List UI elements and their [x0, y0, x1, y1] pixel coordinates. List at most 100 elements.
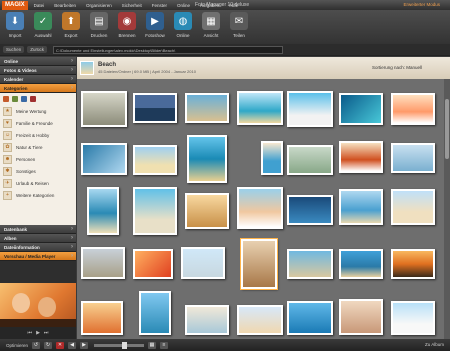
- search-button[interactable]: Suchen: [3, 46, 25, 53]
- photo-thumbnail[interactable]: [339, 249, 383, 279]
- photo-thumbnail[interactable]: [133, 249, 173, 279]
- optimize-button[interactable]: Optimieren: [6, 343, 28, 348]
- photo-thumbnail[interactable]: [339, 189, 383, 225]
- delete-icon[interactable]: [30, 96, 36, 102]
- category-item[interactable]: ✱ Sonstiges: [3, 165, 73, 177]
- misc-icon: ✱: [3, 166, 12, 176]
- photo-thumbnail[interactable]: [287, 91, 333, 127]
- section-photos-videos[interactable]: Fotos & Videos: [0, 66, 76, 75]
- menu-item-bearbeiten[interactable]: Bearbeiten: [54, 3, 76, 8]
- select-button[interactable]: ✓ Auswahl: [31, 10, 55, 42]
- zoom-slider-thumb[interactable]: [122, 341, 128, 349]
- photo-thumbnail[interactable]: [391, 189, 435, 225]
- photo-thumbnail[interactable]: [81, 91, 127, 127]
- photo-thumbnail[interactable]: [181, 247, 225, 279]
- photo-thumbnail[interactable]: [339, 299, 383, 335]
- menu-item-datei[interactable]: Datei: [34, 3, 45, 8]
- share-button[interactable]: ✉ Teilen: [227, 10, 251, 42]
- folder-header: Beach 45 Dateien/Ordner | 69.0 MB | Apri…: [77, 57, 450, 79]
- play-icon[interactable]: ▶: [36, 330, 40, 336]
- menu-item-fenster[interactable]: Fenster: [152, 3, 167, 8]
- grid-scrollbar[interactable]: [444, 79, 450, 339]
- photo-thumbnail[interactable]: [139, 291, 171, 335]
- next-icon[interactable]: ⏭: [44, 330, 49, 336]
- photo-thumbnail[interactable]: [185, 305, 229, 335]
- back-button[interactable]: Zurück: [27, 46, 48, 53]
- edit-icon[interactable]: [21, 96, 27, 102]
- photo-thumbnail[interactable]: [133, 145, 177, 175]
- rotate-left-icon[interactable]: ↺: [32, 341, 41, 349]
- category-label: Natur & Tiere: [16, 144, 43, 150]
- path-field[interactable]: C:\Dokumente und Einstellungen\alex.moki…: [53, 45, 284, 54]
- tag-icon[interactable]: [12, 96, 18, 102]
- category-item[interactable]: ★ Meine Wertung: [3, 105, 73, 117]
- section-calendar[interactable]: Kalender: [0, 75, 76, 84]
- photo-thumbnail[interactable]: [287, 301, 333, 335]
- menu-item-organisieren[interactable]: Organisieren: [86, 3, 112, 8]
- photo-thumbnail[interactable]: [237, 187, 283, 229]
- slideshow-button[interactable]: ▶ Fotoshow: [143, 10, 167, 42]
- photo-thumbnail[interactable]: [187, 135, 227, 183]
- select-label: Auswahl: [34, 33, 52, 38]
- add-category-icon[interactable]: [3, 96, 9, 102]
- section-online[interactable]: Online: [0, 57, 76, 66]
- photo-thumbnail[interactable]: [339, 93, 383, 125]
- photo-thumbnail[interactable]: [133, 93, 177, 123]
- list-view-icon[interactable]: ≡: [160, 341, 169, 349]
- view-button[interactable]: ▦ Ansicht: [199, 10, 223, 42]
- photo-thumbnail[interactable]: [240, 238, 278, 290]
- rotate-right-icon[interactable]: ↻: [44, 341, 53, 349]
- scrollbar-thumb[interactable]: [445, 99, 449, 159]
- category-item[interactable]: ☻ Personen: [3, 153, 73, 165]
- import-button[interactable]: ⬇ Import: [3, 10, 27, 42]
- grid-view-icon[interactable]: ▦: [148, 341, 157, 349]
- sort-selector[interactable]: Sortierung nach: Manuell: [372, 65, 422, 70]
- prev-icon[interactable]: ◀: [68, 341, 77, 349]
- folder-meta: 45 Dateien/Ordner | 69.0 MB | April 2004…: [98, 69, 196, 74]
- photo-thumbnail[interactable]: [339, 141, 383, 173]
- photo-thumbnail[interactable]: [81, 247, 125, 279]
- section-preview-player[interactable]: Vorschau / Media Player: [0, 252, 76, 261]
- section-file-info[interactable]: Dateiinformation: [0, 243, 76, 252]
- category-item[interactable]: + Weitere Kategorien: [3, 189, 73, 201]
- photo-thumbnail[interactable]: [81, 143, 127, 175]
- photo-thumbnail[interactable]: [237, 91, 283, 125]
- online-button[interactable]: ◍ Online: [171, 10, 195, 42]
- hobby-icon: ☺: [3, 130, 12, 140]
- photo-thumbnail[interactable]: [237, 305, 283, 335]
- photo-thumbnail[interactable]: [87, 187, 119, 235]
- menu-item-online[interactable]: Online: [177, 3, 190, 8]
- photo-thumbnail[interactable]: [391, 249, 435, 279]
- print-label: Drucken: [90, 33, 108, 38]
- prev-icon[interactable]: ⏮: [28, 330, 33, 336]
- view-icon: ▦: [202, 12, 220, 30]
- export-button[interactable]: ⬆ Export: [59, 10, 83, 42]
- zoom-slider[interactable]: [94, 341, 145, 349]
- photo-thumbnail[interactable]: [261, 141, 283, 175]
- print-button[interactable]: ▤ Drucken: [87, 10, 111, 42]
- delete-icon[interactable]: ✕: [56, 341, 65, 349]
- section-database[interactable]: Datenbank: [0, 225, 76, 234]
- category-item[interactable]: ✿ Natur & Tiere: [3, 141, 73, 153]
- category-item[interactable]: ☺ Freizeit & Hobby: [3, 129, 73, 141]
- photo-thumbnail[interactable]: [185, 93, 229, 123]
- photo-thumbnail[interactable]: [185, 193, 229, 229]
- photo-thumbnail[interactable]: [287, 249, 333, 279]
- photo-thumbnail[interactable]: [391, 93, 435, 125]
- photo-thumbnail[interactable]: [391, 301, 435, 335]
- category-item[interactable]: ♥ Familie & Freunde: [3, 117, 73, 129]
- menu-item-sicherheit[interactable]: Sicherheit: [122, 3, 142, 8]
- section-albums[interactable]: Alben: [0, 234, 76, 243]
- burn-button[interactable]: ◉ Brennen: [115, 10, 139, 42]
- photo-thumbnail[interactable]: [287, 145, 333, 175]
- photo-thumbnail[interactable]: [133, 187, 177, 235]
- section-categories[interactable]: Kategorien: [0, 84, 76, 93]
- mode-switch[interactable]: Erweiterter Modus: [403, 2, 440, 7]
- photo-thumbnail[interactable]: [81, 301, 123, 335]
- photo-thumbnail[interactable]: [391, 143, 435, 173]
- add-to-album-button[interactable]: Zu Album: [425, 342, 444, 347]
- next-icon[interactable]: ▶: [80, 341, 89, 349]
- burn-label: Brennen: [118, 33, 136, 38]
- photo-thumbnail[interactable]: [287, 195, 333, 225]
- category-item[interactable]: ✈ Urlaub & Reisen: [3, 177, 73, 189]
